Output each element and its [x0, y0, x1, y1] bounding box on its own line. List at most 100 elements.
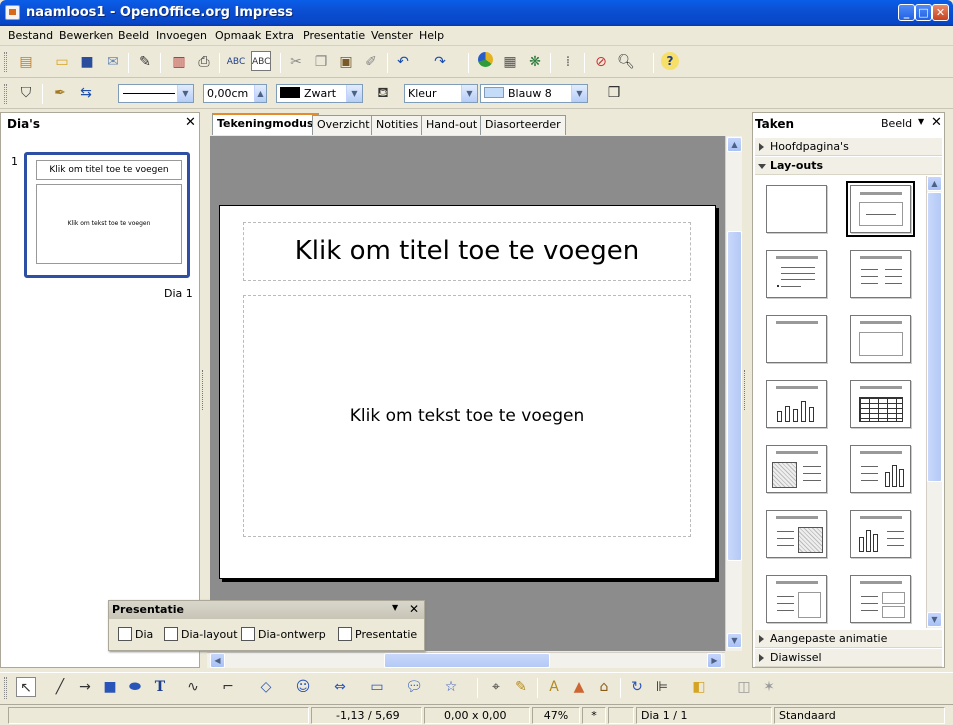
new-slide-button[interactable]: Dia — [118, 627, 153, 641]
tab-diasorteerder[interactable]: Diasorteerder — [480, 115, 566, 135]
select-arrow-icon[interactable]: ↖ — [16, 677, 36, 697]
callouts-icon[interactable]: 💬︎ — [404, 677, 424, 697]
area-fill-icon[interactable]: ⛾ — [373, 83, 393, 103]
layouts-scroll-up-button[interactable]: ▲ — [927, 176, 942, 191]
text-tool-icon[interactable]: T — [150, 677, 170, 697]
effects-icon[interactable]: ✶ — [759, 677, 779, 697]
slide-design-button[interactable]: Dia-ontwerp — [241, 627, 326, 641]
slide-show-button[interactable]: Presentatie — [338, 627, 417, 641]
tasks-panel-close-icon[interactable]: ✕ — [931, 115, 942, 130]
menu-extra[interactable]: Extra — [265, 29, 294, 42]
format-paintbrush-icon[interactable]: ✐ — [361, 52, 381, 72]
tab-notities[interactable]: Notities — [371, 115, 424, 135]
arrange-icon[interactable]: ◧ — [689, 677, 709, 697]
slides-panel-close-icon[interactable]: ✕ — [185, 115, 196, 130]
chart-icon[interactable] — [475, 52, 495, 72]
style-icon[interactable]: ⛉ — [16, 83, 36, 103]
layout-title-only[interactable] — [766, 315, 827, 363]
maximize-button[interactable]: □ — [915, 4, 932, 21]
layout-text-two-objects[interactable] — [850, 575, 911, 623]
section-lay-outs[interactable]: Lay-outs — [755, 157, 942, 175]
app-icon[interactable] — [5, 5, 20, 20]
section-aangepaste-animatie[interactable]: Aangepaste animatie — [755, 630, 942, 648]
flowchart-icon[interactable]: ▭ — [367, 677, 387, 697]
rotate-icon[interactable]: ↻ — [627, 677, 647, 697]
tab-hand-out[interactable]: Hand-out — [421, 115, 483, 135]
save-icon[interactable]: ■ — [77, 52, 97, 72]
title-placeholder[interactable]: Klik om titel toe te voegen — [243, 222, 691, 281]
scroll-up-button[interactable]: ▲ — [727, 137, 742, 152]
tab-overzicht[interactable]: Overzicht — [312, 115, 375, 135]
line-icon[interactable]: ✒ — [50, 83, 70, 103]
ellipse-icon[interactable]: ⬬ — [125, 677, 145, 697]
tasks-view-menu-arrow-icon[interactable]: ▼ — [918, 117, 924, 126]
layout-text-chart[interactable] — [850, 445, 911, 493]
line-style-select[interactable]: ▼ — [118, 84, 194, 103]
connector-icon[interactable]: ⌐ — [218, 677, 238, 697]
section-diawissel[interactable]: Diawissel — [755, 649, 942, 667]
menu-venster[interactable]: Venster — [371, 29, 413, 42]
stars-icon[interactable]: ☆ — [441, 677, 461, 697]
scroll-left-button[interactable]: ◀ — [210, 653, 225, 668]
presentation-toolbar-menu-icon[interactable]: ▼ — [392, 603, 398, 612]
layout-title-content[interactable] — [846, 181, 915, 237]
fill-color-select[interactable]: Blauw 8 ▼ — [480, 84, 588, 103]
minimize-button[interactable]: _ — [898, 4, 915, 21]
slides-panel-splitter[interactable] — [202, 370, 205, 410]
fill-type-select[interactable]: Kleur ▼ — [404, 84, 478, 103]
tab-tekeningmodus[interactable]: Tekeningmodus — [212, 113, 319, 135]
layout-title-box[interactable] — [850, 315, 911, 363]
close-button[interactable]: ✕ — [932, 4, 949, 21]
layout-title-list[interactable] — [766, 250, 827, 298]
grid-icon[interactable]: ⁞ — [558, 52, 578, 72]
layout-title-table[interactable] — [850, 380, 911, 428]
block-arrows-icon[interactable]: ⇔ — [330, 677, 350, 697]
horizontal-scroll-thumb[interactable] — [384, 653, 550, 668]
align-icon[interactable]: ⊫ — [652, 677, 672, 697]
layout-text-clipart[interactable] — [766, 510, 827, 558]
slide-layout-button[interactable]: Dia-layout — [164, 627, 238, 641]
basic-shapes-icon[interactable]: ◇ — [256, 677, 276, 697]
scroll-right-button[interactable]: ▶ — [707, 653, 722, 668]
gallery-icon[interactable]: ⌂ — [594, 677, 614, 697]
email-icon[interactable]: ✉ — [103, 52, 123, 72]
layouts-scrollbar[interactable]: ▲ ▼ — [926, 176, 942, 628]
symbol-shapes-icon[interactable]: ☺ — [293, 677, 313, 697]
menu-invoegen[interactable]: Invoegen — [156, 29, 207, 42]
undo-icon[interactable]: ↶ — [393, 52, 413, 72]
menu-presentatie[interactable]: Presentatie — [303, 29, 365, 42]
copy-icon[interactable]: ❐ — [311, 52, 331, 72]
open-icon[interactable]: ▭ — [52, 52, 72, 72]
menu-beeld[interactable]: Beeld — [118, 29, 149, 42]
menu-opmaak[interactable]: Opmaak — [215, 29, 261, 42]
navigator-icon[interactable]: ❋ — [525, 52, 545, 72]
line-width-input[interactable]: 0,00cm ▲ — [203, 84, 267, 103]
print-icon[interactable]: ⎙ — [194, 52, 214, 72]
layout-clipart-text[interactable] — [766, 445, 827, 493]
layouts-scroll-thumb[interactable] — [927, 192, 942, 482]
text-placeholder[interactable]: Klik om tekst toe te voegen — [243, 295, 691, 537]
layout-blank[interactable] — [766, 185, 827, 233]
layout-text-object[interactable] — [766, 575, 827, 623]
menu-bestand[interactable]: Bestand — [8, 29, 53, 42]
tasks-view-menu[interactable]: Beeld — [881, 117, 912, 130]
section-hoofdpaginas[interactable]: Hoofdpagina's — [755, 138, 942, 156]
line-tool-icon[interactable]: ╱ — [50, 677, 70, 697]
spellcheck-icon[interactable]: ABC — [226, 52, 246, 72]
layout-chart-text[interactable] — [850, 510, 911, 558]
navigator-compass-icon[interactable]: ⊘ — [591, 52, 611, 72]
layouts-scroll-down-button[interactable]: ▼ — [927, 612, 942, 627]
vertical-scroll-thumb[interactable] — [727, 231, 742, 561]
paste-icon[interactable]: ▣ — [336, 52, 356, 72]
help-icon[interactable]: ? — [661, 52, 679, 70]
line-color-select[interactable]: Zwart ▼ — [276, 84, 363, 103]
edit-file-icon[interactable]: ✎ — [135, 52, 155, 72]
zoom-icon[interactable]: 🔍︎ — [616, 52, 636, 72]
tasks-panel-splitter[interactable] — [744, 370, 747, 410]
cut-icon[interactable]: ✂ — [286, 52, 306, 72]
redo-icon[interactable]: ↷ — [430, 52, 450, 72]
scroll-down-button[interactable]: ▼ — [727, 633, 742, 648]
layout-two-lists[interactable] — [850, 250, 911, 298]
arrow-line-icon[interactable]: → — [75, 677, 95, 697]
extrusion-icon[interactable]: ◫ — [734, 677, 754, 697]
